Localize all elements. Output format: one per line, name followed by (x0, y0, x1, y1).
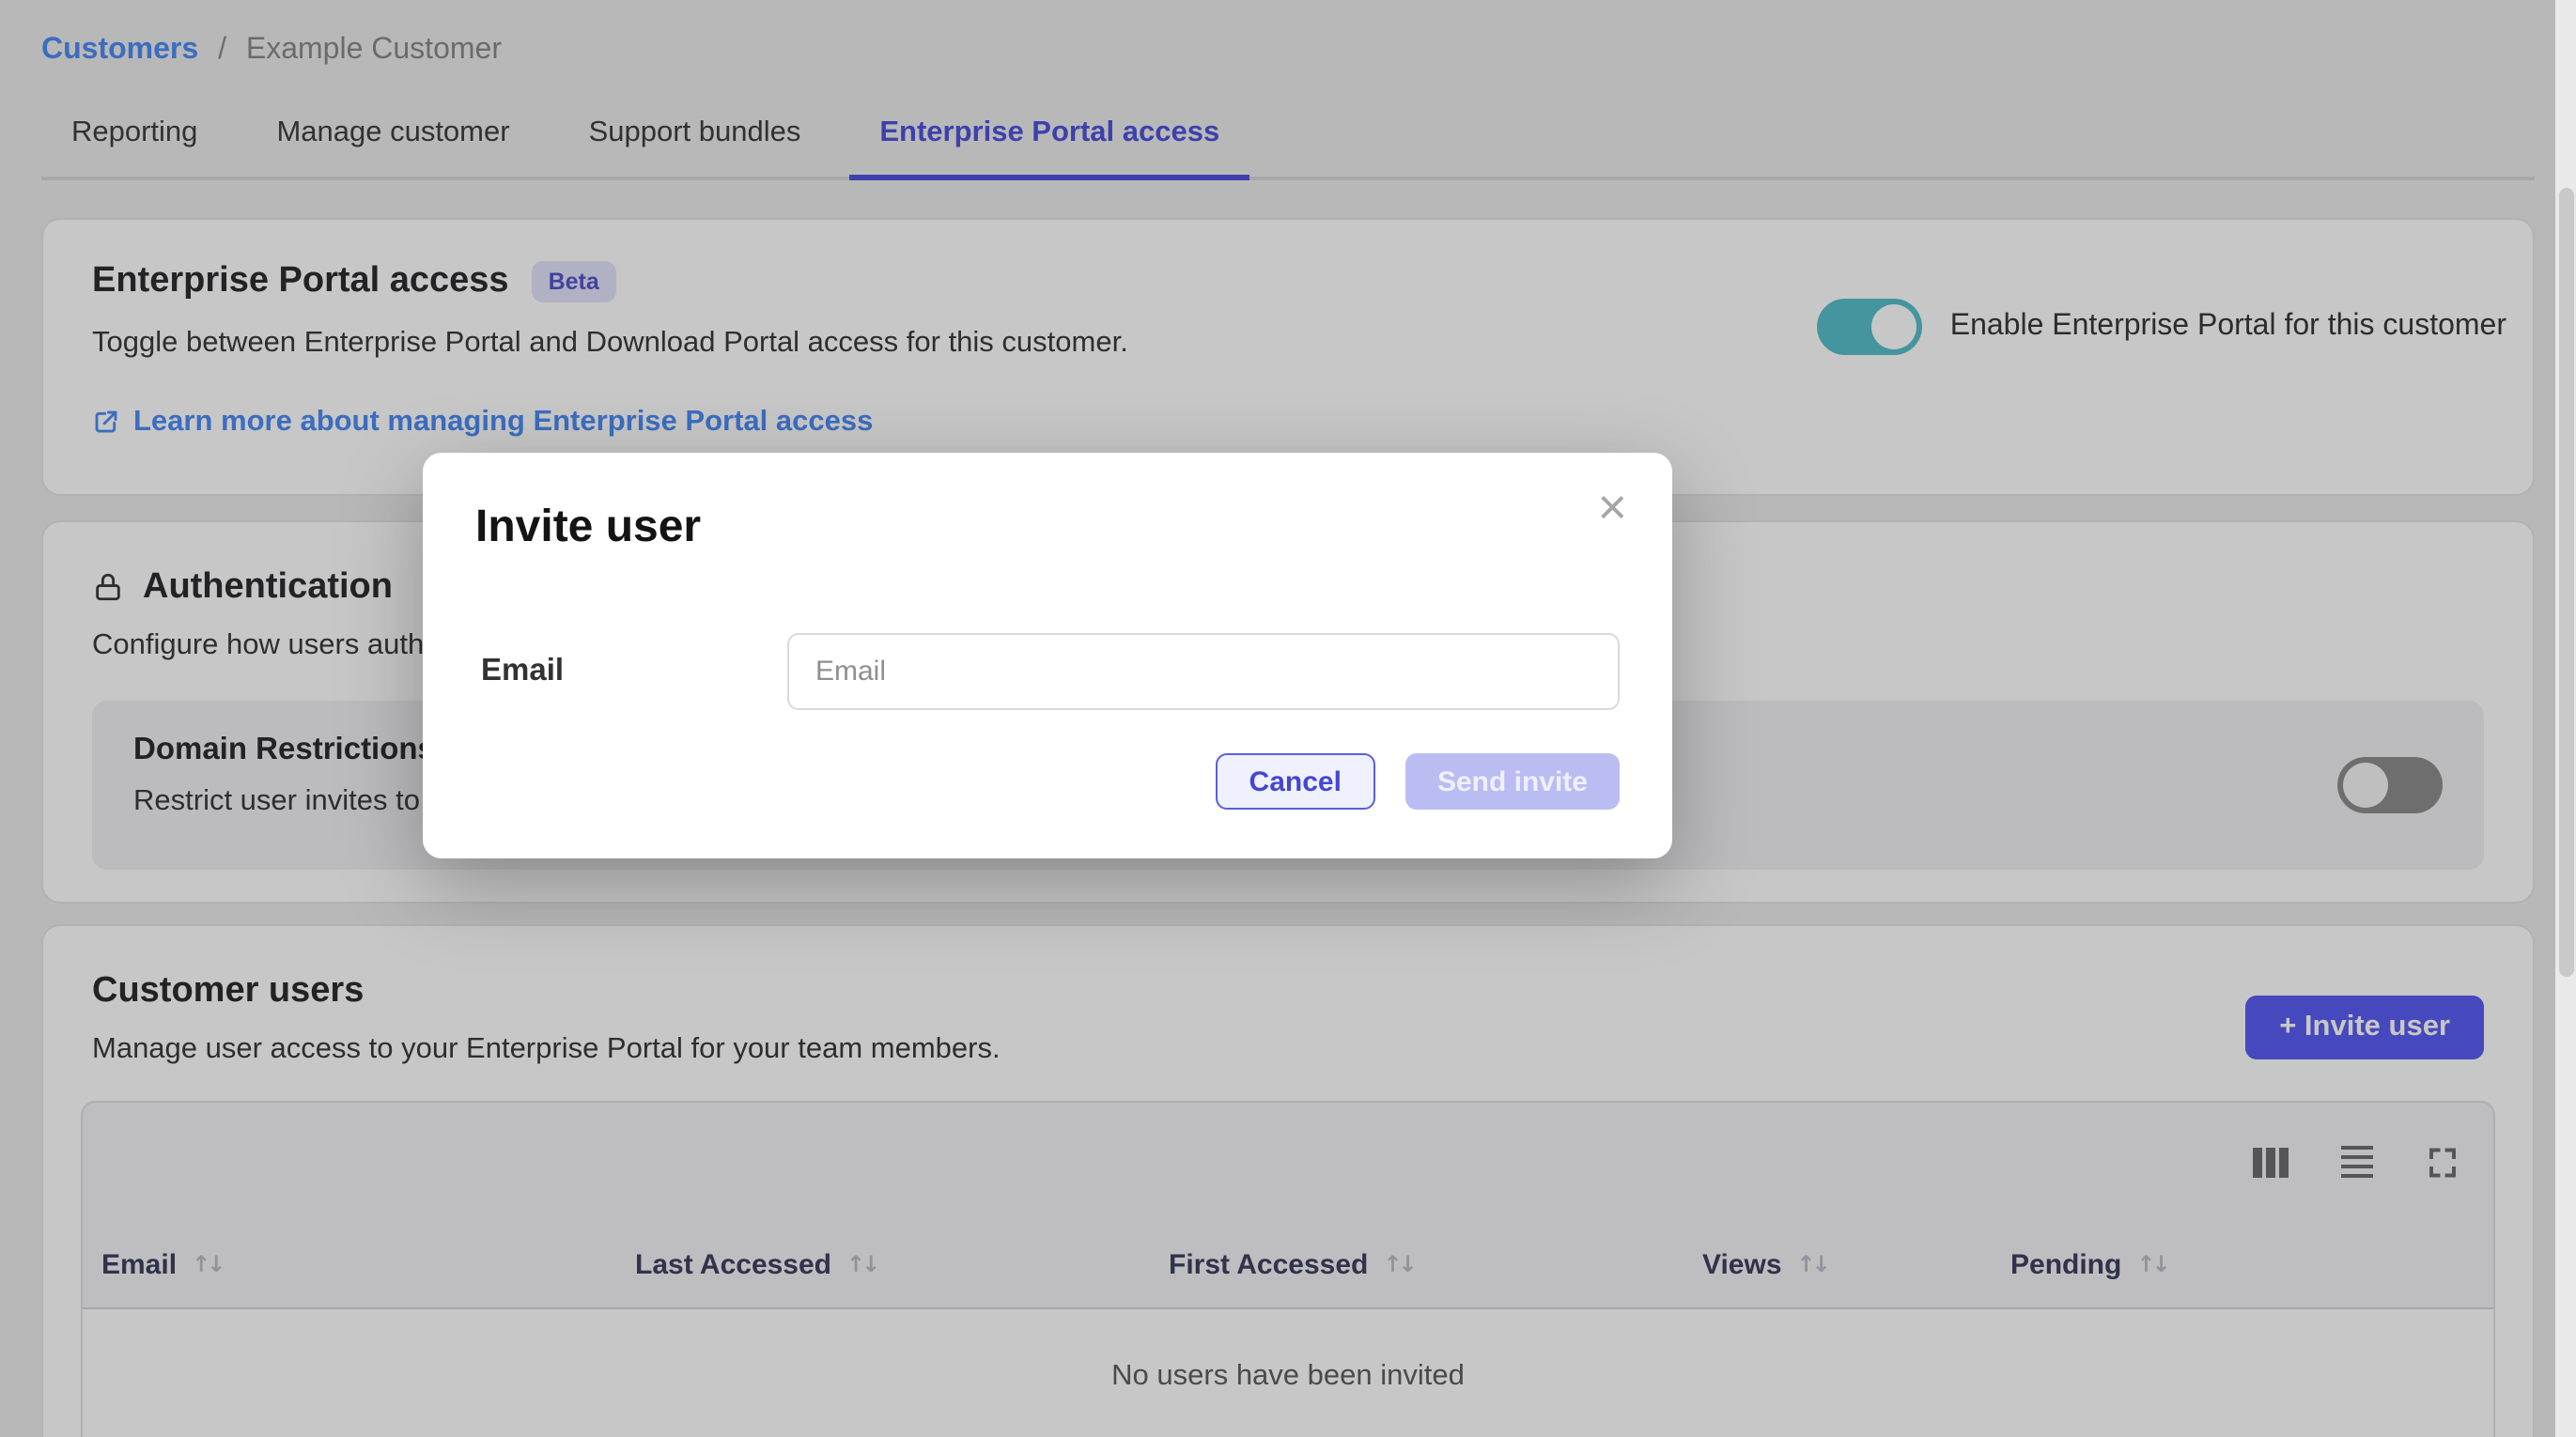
app-root: Customers / Example Customer Reporting M… (0, 0, 2576, 1437)
scrollbar-thumb[interactable] (2558, 188, 2573, 977)
cancel-button[interactable]: Cancel (1216, 753, 1375, 810)
email-input[interactable] (787, 633, 1620, 710)
email-form-row: Email (475, 633, 1620, 710)
email-field-label: Email (475, 654, 787, 689)
page-scrollbar[interactable] (2555, 0, 2576, 1437)
close-icon[interactable]: × (1597, 483, 1627, 533)
send-invite-button[interactable]: Send invite (1405, 753, 1620, 810)
invite-user-modal: Invite user × Email Cancel Send invite (423, 453, 1672, 858)
modal-title: Invite user (475, 502, 1620, 554)
modal-footer: Cancel Send invite (475, 753, 1620, 810)
